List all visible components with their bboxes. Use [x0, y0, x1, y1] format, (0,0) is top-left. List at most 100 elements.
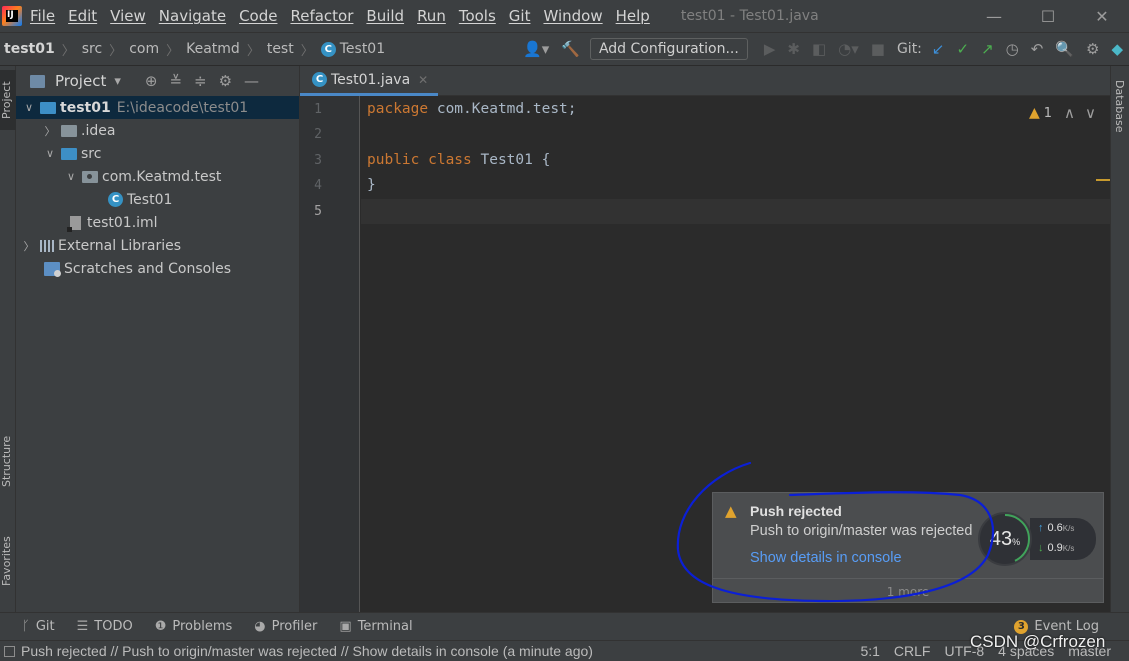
download-value: 0.9 [1047, 542, 1063, 554]
menu-run[interactable]: Run [417, 7, 446, 25]
toolbox-icon[interactable]: ◆ [1111, 40, 1123, 58]
stop-icon[interactable]: ■ [871, 40, 885, 58]
profiler-tool-button[interactable]: ◕ Profiler [254, 619, 317, 634]
toggle-tool-windows-icon[interactable] [4, 645, 15, 657]
next-highlight-icon[interactable]: ∨ [1085, 104, 1096, 122]
chevron-down-icon[interactable]: ∨ [22, 101, 36, 114]
menu-build[interactable]: Build [366, 7, 404, 25]
close-window-button[interactable]: ✕ [1075, 7, 1129, 26]
warning-scroll-marker[interactable] [1096, 179, 1110, 181]
tree-item-idea[interactable]: 〉 .idea [16, 119, 299, 142]
maximize-button[interactable]: ☐ [1021, 7, 1075, 26]
collapse-all-icon[interactable]: ≑ [194, 72, 207, 90]
run-icon[interactable]: ▶ [764, 40, 776, 58]
left-tool-stripe: Project Structure Favorites [0, 66, 16, 612]
menu-refactor[interactable]: Refactor [290, 7, 353, 25]
settings-gear-icon[interactable]: ⚙ [1086, 40, 1099, 58]
chevron-right-icon[interactable]: 〉 [22, 238, 36, 254]
coverage-icon[interactable]: ◧ [812, 40, 826, 58]
todo-tool-button[interactable]: ☰ TODO [77, 619, 133, 634]
project-panel-title[interactable]: Project [55, 72, 106, 90]
locate-crosshair-icon[interactable]: ⊕ [145, 72, 158, 90]
project-tool-tab[interactable]: Project [0, 70, 16, 130]
warning-icon: ▲ [1028, 105, 1040, 121]
panel-settings-gear-icon[interactable]: ⚙ [219, 72, 232, 90]
build-hammer-icon[interactable]: 🔨 [561, 40, 580, 58]
csdn-watermark: CSDN @Crfrozen [970, 632, 1106, 651]
warning-icon: ▲ [725, 502, 737, 520]
git-tool-button[interactable]: ᚴ Git [22, 619, 55, 634]
git-update-icon[interactable]: ↙ [932, 40, 945, 58]
debug-icon[interactable]: ✱ [787, 40, 800, 58]
add-configuration-button[interactable]: Add Configuration... [589, 38, 748, 60]
breadcrumb-src[interactable]: src [82, 41, 102, 57]
menu-navigate[interactable]: Navigate [159, 7, 226, 25]
chevron-down-icon[interactable]: ∨ [64, 170, 78, 183]
profiler-gauge-icon: ◕ [254, 619, 266, 634]
tree-item-test01-class[interactable]: C Test01 [16, 188, 299, 211]
more-notifications-link[interactable]: 1 more [713, 578, 1103, 602]
notification-body: Push to origin/master was rejected [750, 523, 973, 539]
tree-item-src[interactable]: ∨ src [16, 142, 299, 165]
line-number: 4 [314, 178, 322, 193]
status-message[interactable]: Push rejected // Push to origin/master w… [21, 643, 593, 659]
minimize-button[interactable]: — [967, 7, 1021, 26]
expand-all-icon[interactable]: ≚ [169, 72, 182, 90]
scratches-icon [44, 261, 61, 277]
chevron-down-icon[interactable]: ∨ [43, 147, 57, 160]
tree-item-label: Scratches and Consoles [64, 260, 231, 277]
intellij-logo-icon: IJ [2, 6, 22, 26]
code-line-1: package com.Keatmd.test; [367, 101, 577, 117]
close-tab-icon[interactable]: ✕ [418, 73, 428, 87]
git-push-icon[interactable]: ↗ [981, 40, 994, 58]
editor-tab-label: Test01.java [331, 71, 411, 88]
caret-position[interactable]: 5:1 [860, 643, 879, 659]
menu-file[interactable]: File [30, 7, 55, 25]
chevron-right-icon[interactable]: 〉 [43, 123, 57, 139]
breadcrumb-test01[interactable]: Test01 [340, 41, 385, 57]
profile-icon[interactable]: ◔▾ [838, 40, 859, 58]
git-commit-icon[interactable]: ✓ [956, 40, 969, 58]
download-speed: ↓ 0.9K/s [1038, 542, 1075, 554]
git-history-icon[interactable]: ◷ [1006, 40, 1019, 58]
git-rollback-icon[interactable]: ↶ [1031, 40, 1044, 58]
favorites-tool-tab[interactable]: Favorites [0, 526, 16, 596]
line-number: 3 [314, 153, 322, 168]
line-separator[interactable]: CRLF [894, 643, 931, 659]
breadcrumb-com[interactable]: com [129, 41, 159, 57]
menu-help[interactable]: Help [616, 7, 650, 25]
breadcrumb-project[interactable]: test01 [4, 41, 55, 57]
structure-tool-tab[interactable]: Structure [0, 426, 16, 496]
menu-window[interactable]: Window [543, 7, 602, 25]
menu-code[interactable]: Code [239, 7, 277, 25]
menu-tools[interactable]: Tools [459, 7, 496, 25]
tree-item-scratches[interactable]: Scratches and Consoles [16, 257, 299, 280]
menu-view[interactable]: View [110, 7, 146, 25]
show-details-link[interactable]: Show details in console [750, 550, 902, 566]
tree-item-test01[interactable]: ∨ test01 E:\ideacode\test01 [16, 96, 299, 119]
menu-edit[interactable]: Edit [68, 7, 97, 25]
breadcrumb-keatmd[interactable]: Keatmd [186, 41, 240, 57]
dropdown-chevron-icon[interactable]: ▾ [114, 74, 121, 89]
user-icon[interactable]: 👤▾ [523, 40, 549, 58]
source-folder-icon [61, 147, 77, 160]
terminal-tool-button[interactable]: ▣ Terminal [339, 619, 412, 634]
previous-highlight-icon[interactable]: ∧ [1064, 104, 1075, 122]
editor-tab-bar: C Test01.java ✕ [300, 66, 1110, 96]
search-icon[interactable]: 🔍 [1055, 40, 1074, 58]
editor-tab-test01-java[interactable]: C Test01.java ✕ [300, 66, 438, 96]
database-tool-tab[interactable]: Database [1113, 80, 1126, 133]
tree-item-label: test01.iml [87, 214, 158, 231]
tool-label: TODO [94, 619, 133, 634]
tree-item-iml[interactable]: test01.iml [16, 211, 299, 234]
menu-git[interactable]: Git [509, 7, 531, 25]
tree-item-external-libraries[interactable]: 〉 External Libraries [16, 234, 299, 257]
inspection-widget[interactable]: ▲ 1 ∧ ∨ [1029, 104, 1102, 122]
tree-item-package[interactable]: ∨ com.Keatmd.test [16, 165, 299, 188]
warning-count: 1 [1043, 105, 1053, 121]
breadcrumb-separator: 〉 [246, 43, 260, 59]
breadcrumb-test[interactable]: test [267, 41, 294, 57]
problems-tool-button[interactable]: ❶ Problems [155, 619, 233, 634]
hide-panel-icon[interactable]: — [244, 72, 259, 90]
class-declaration: Test01 { [471, 152, 551, 168]
